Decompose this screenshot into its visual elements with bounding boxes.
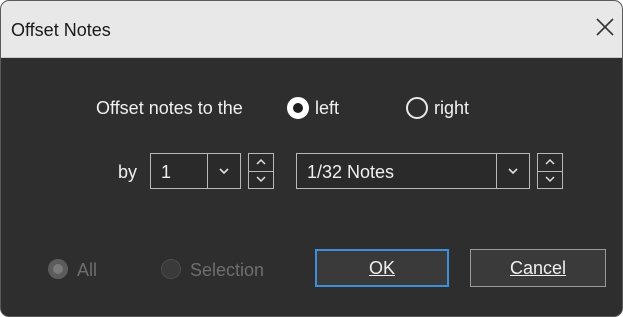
radio-all-label: All	[77, 260, 98, 280]
title-bar: Offset Notes	[1, 1, 622, 58]
unit-select[interactable]: 1/32 Notes	[296, 153, 530, 189]
dialog-title: Offset Notes	[11, 20, 111, 40]
unit-dropdown-button[interactable]	[496, 154, 529, 188]
chevron-up-icon	[545, 158, 555, 165]
radio-selection-label: Selection	[190, 260, 265, 280]
radio-right-label[interactable]: right	[434, 98, 469, 119]
count-select[interactable]: 1	[150, 153, 241, 189]
radio-selection	[161, 259, 181, 279]
direction-prompt: Offset notes to the	[96, 98, 243, 118]
dialog-body: Offset notes to the left right by 1 1/32…	[1, 58, 622, 316]
close-icon	[596, 18, 614, 36]
ok-button[interactable]: OK	[315, 249, 449, 287]
by-label: by	[118, 162, 138, 182]
count-dropdown-button[interactable]	[207, 154, 240, 188]
unit-value: 1/32 Notes	[307, 162, 395, 182]
chevron-down-icon	[256, 176, 266, 183]
unit-stepper-down[interactable]	[538, 171, 562, 188]
count-stepper[interactable]	[248, 153, 274, 189]
radio-all	[48, 259, 68, 279]
offset-notes-dialog: Offset Notes Offset notes to the left ri…	[0, 0, 623, 317]
count-value: 1	[161, 162, 172, 182]
count-stepper-down[interactable]	[249, 171, 273, 188]
count-stepper-up[interactable]	[249, 154, 273, 172]
cancel-button[interactable]: Cancel	[470, 249, 606, 287]
unit-stepper[interactable]	[537, 153, 563, 189]
chevron-up-icon	[256, 158, 266, 165]
radio-left[interactable]	[287, 97, 309, 119]
radio-left-label[interactable]: left	[315, 98, 339, 119]
close-button[interactable]	[592, 14, 618, 40]
chevron-down-icon	[545, 176, 555, 183]
chevron-down-icon	[508, 168, 518, 175]
unit-stepper-up[interactable]	[538, 154, 562, 172]
radio-right[interactable]	[406, 97, 428, 119]
chevron-down-icon	[219, 168, 229, 175]
